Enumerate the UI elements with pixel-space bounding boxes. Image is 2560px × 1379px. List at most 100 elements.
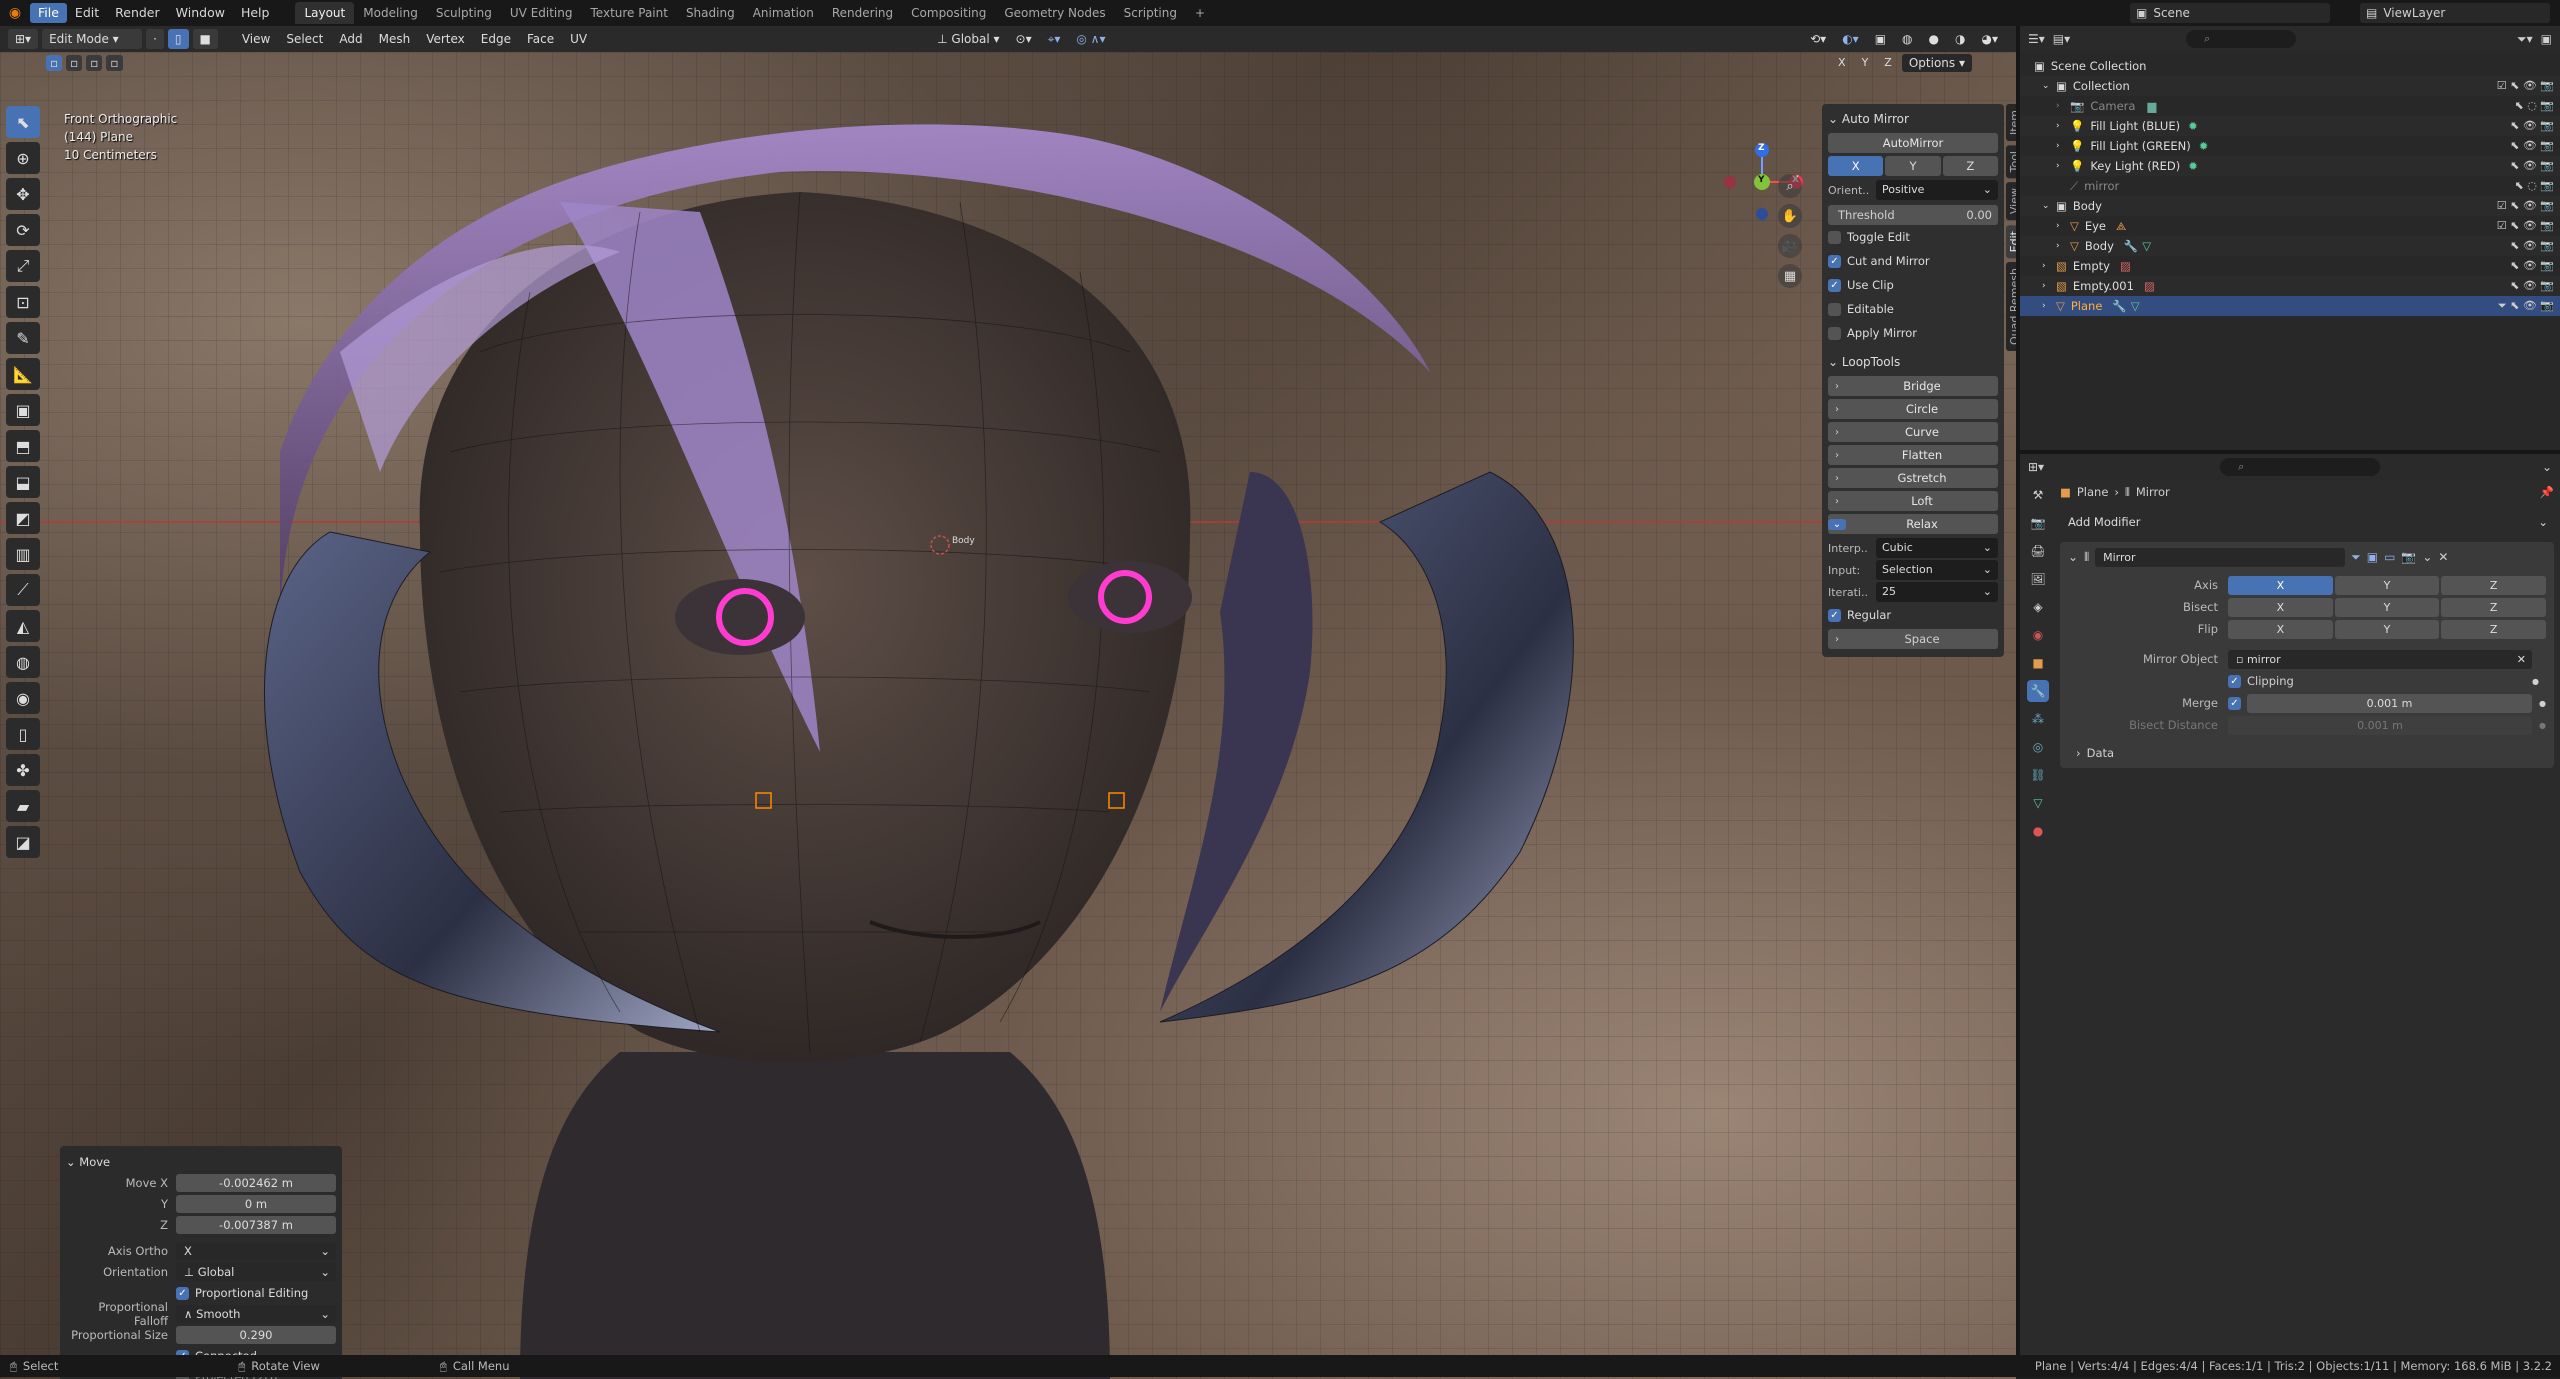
pin-icon[interactable]: 📌 — [2540, 485, 2554, 499]
data-tab-icon[interactable]: ▽ — [2027, 792, 2049, 814]
options-dropdown[interactable]: Options ▾ — [1902, 54, 1972, 72]
select-box-mode-icon[interactable]: ▫ — [46, 55, 62, 71]
edit-mode-cage-icon[interactable]: ⏷ — [2351, 550, 2361, 565]
data-subpanel-header[interactable]: ›Data — [2068, 742, 2546, 764]
outliner-row-key-light-red[interactable]: ›💡Key Light (RED)✹⬉ 👁 📷 — [2020, 156, 2560, 176]
prop-falloff-dropdown[interactable]: ∧ Smooth⌄ — [176, 1305, 336, 1323]
snap-icon[interactable]: ⌖▾ — [1042, 29, 1067, 49]
tab-modeling[interactable]: Modeling — [354, 2, 427, 24]
tab-view[interactable]: View — [2006, 182, 2016, 220]
menu-add[interactable]: Add — [333, 29, 368, 49]
outliner-row-camera[interactable]: ›📷Camera▆⬉ ◌ 📷 — [2020, 96, 2560, 116]
row-visibility-icons[interactable]: ⏷ ⬉ 👁 📷 — [2498, 296, 2554, 316]
menu-face[interactable]: Face — [521, 29, 560, 49]
flip-y-toggle[interactable]: Y — [2335, 620, 2440, 639]
bevel-tool-icon[interactable]: ◩ — [6, 502, 40, 534]
scene-selector[interactable]: ▣ Scene — [2130, 3, 2330, 23]
outliner-row-body-collection[interactable]: ⌄▣Body☑ ⬉ 👁 📷 — [2020, 196, 2560, 216]
axis-ortho-dropdown[interactable]: X⌄ — [176, 1242, 336, 1260]
looptools-bridge[interactable]: ›Bridge — [1828, 376, 1998, 396]
flip-x-toggle[interactable]: X — [2228, 620, 2333, 639]
shrink-fatten-tool-icon[interactable]: ✤ — [6, 754, 40, 786]
row-visibility-icons[interactable]: ☑ ⬉ 👁 📷 — [2497, 76, 2554, 96]
modifier-tab-icon[interactable]: 🔧 — [2027, 680, 2049, 702]
looptools-curve[interactable]: ›Curve — [1828, 422, 1998, 442]
row-visibility-icons[interactable]: ⬉ ◌ 📷 — [2514, 176, 2554, 196]
tool-tab-icon[interactable]: ⚒ — [2027, 484, 2049, 506]
menu-help[interactable]: Help — [233, 3, 278, 23]
mirror-z-toggle[interactable]: Z — [1878, 53, 1898, 73]
physics-tab-icon[interactable]: ◎ — [2027, 736, 2049, 758]
looptools-loft[interactable]: ›Loft — [1828, 491, 1998, 511]
orientation-dropdown[interactable]: Positive⌄ — [1876, 180, 1998, 200]
proportional-editing-icon[interactable]: ◎ ∧▾ — [1070, 29, 1111, 49]
auto-mirror-axis-y[interactable]: Y — [1885, 156, 1940, 176]
object-tab-icon[interactable]: ■ — [2027, 652, 2049, 674]
add-modifier-dropdown[interactable]: Add Modifier⌄ — [2060, 512, 2554, 532]
constraints-tab-icon[interactable]: ⛓ — [2027, 764, 2049, 786]
tab-uv-editing[interactable]: UV Editing — [501, 2, 582, 24]
looptools-gstretch[interactable]: ›Gstretch — [1828, 468, 1998, 488]
output-tab-icon[interactable]: 🖨 — [2027, 540, 2049, 562]
row-visibility-icons[interactable]: ⬉ 👁 📷 — [2510, 236, 2554, 256]
looptools-flatten[interactable]: ›Flatten — [1828, 445, 1998, 465]
automirror-button[interactable]: AutoMirror — [1828, 133, 1998, 153]
looptools-space[interactable]: ›Space — [1828, 629, 1998, 649]
interp-dropdown[interactable]: Cubic⌄ — [1876, 538, 1998, 558]
menu-render[interactable]: Render — [107, 3, 168, 23]
select-extend-mode-icon[interactable]: ▫ — [66, 55, 82, 71]
keyframe-dot-icon[interactable]: ● — [2532, 699, 2546, 708]
row-visibility-icons[interactable]: ⬉ 👁 📷 — [2510, 116, 2554, 136]
3d-viewport[interactable]: Body Front Orthographic (144) Plane 10 C… — [0, 52, 2016, 1379]
input-dropdown[interactable]: Selection⌄ — [1876, 560, 1998, 580]
menu-mesh[interactable]: Mesh — [373, 29, 417, 49]
prop-size-field[interactable]: 0.290 — [176, 1326, 336, 1344]
properties-search-input[interactable]: ⌕ — [2220, 458, 2380, 476]
gizmo-toggle-icon[interactable]: ⟲▾ — [1804, 29, 1832, 49]
scene-tab-icon[interactable]: ◈ — [2027, 596, 2049, 618]
shading-rendered-icon[interactable]: ◕▾ — [1976, 29, 2005, 49]
menu-edge[interactable]: Edge — [475, 29, 517, 49]
new-collection-icon[interactable]: ▣ — [2541, 32, 2552, 46]
add-workspace-icon[interactable]: + — [1186, 2, 1214, 24]
remove-modifier-icon[interactable]: ✕ — [2438, 550, 2448, 564]
shear-tool-icon[interactable]: ▰ — [6, 790, 40, 822]
edge-select-icon[interactable]: ▯ — [168, 29, 189, 49]
editor-type-icon[interactable]: ⊞▾ — [2028, 460, 2044, 474]
scale-tool-icon[interactable]: ⤢ — [6, 250, 40, 282]
mirror-object-field[interactable]: ▫ mirror✕ — [2228, 650, 2532, 669]
auto-mirror-header[interactable]: ⌄ Auto Mirror — [1828, 108, 1998, 130]
spin-tool-icon[interactable]: ◍ — [6, 646, 40, 678]
outliner-row-mirror[interactable]: ⟋mirror⬉ ◌ 📷 — [2020, 176, 2560, 196]
proportional-editing-checkbox[interactable]: ✓Proportional Editing — [176, 1286, 308, 1300]
flip-z-toggle[interactable]: Z — [2441, 620, 2546, 639]
looptools-circle[interactable]: ›Circle — [1828, 399, 1998, 419]
rotate-tool-icon[interactable]: ⟳ — [6, 214, 40, 246]
select-tool-icon[interactable]: ⬉ — [6, 106, 40, 138]
xray-toggle-icon[interactable]: ▣ — [1869, 29, 1892, 49]
tab-texture-paint[interactable]: Texture Paint — [582, 2, 677, 24]
tab-tool[interactable]: Tool — [2006, 145, 2016, 178]
bisect-x-toggle[interactable]: X — [2228, 598, 2333, 617]
menu-edit[interactable]: Edit — [67, 3, 107, 23]
bisect-y-toggle[interactable]: Y — [2335, 598, 2440, 617]
material-tab-icon[interactable]: ● — [2027, 820, 2049, 842]
shading-material-icon[interactable]: ◑ — [1949, 29, 1971, 49]
axis-y-toggle[interactable]: Y — [2335, 576, 2440, 595]
menu-file[interactable]: File — [30, 3, 67, 23]
tab-rendering[interactable]: Rendering — [823, 2, 902, 24]
outliner-row-body-mesh[interactable]: ›▽Body🔧▽⬉ 👁 📷 — [2020, 236, 2560, 256]
knife-tool-icon[interactable]: ⟋ — [6, 574, 40, 606]
extrude-tool-icon[interactable]: ⬒ — [6, 430, 40, 462]
display-mode-icon[interactable]: ▤▾ — [2053, 32, 2070, 46]
bisect-distance-field[interactable]: 0.001 m — [2228, 716, 2532, 735]
modifier-name-input[interactable]: Mirror — [2095, 548, 2345, 567]
bisect-z-toggle[interactable]: Z — [2441, 598, 2546, 617]
row-visibility-icons[interactable]: ⬉ 👁 📷 — [2510, 136, 2554, 156]
row-visibility-icons[interactable]: ⬉ 👁 📷 — [2510, 156, 2554, 176]
tab-item[interactable]: Item — [2006, 104, 2016, 141]
move-x-field[interactable]: -0.002462 m — [176, 1174, 336, 1192]
row-visibility-icons[interactable]: ⬉ 👁 📷 — [2510, 256, 2554, 276]
tab-quad-remesh[interactable]: Quad Remesh — [2006, 262, 2016, 351]
move-tool-icon[interactable]: ✥ — [6, 178, 40, 210]
